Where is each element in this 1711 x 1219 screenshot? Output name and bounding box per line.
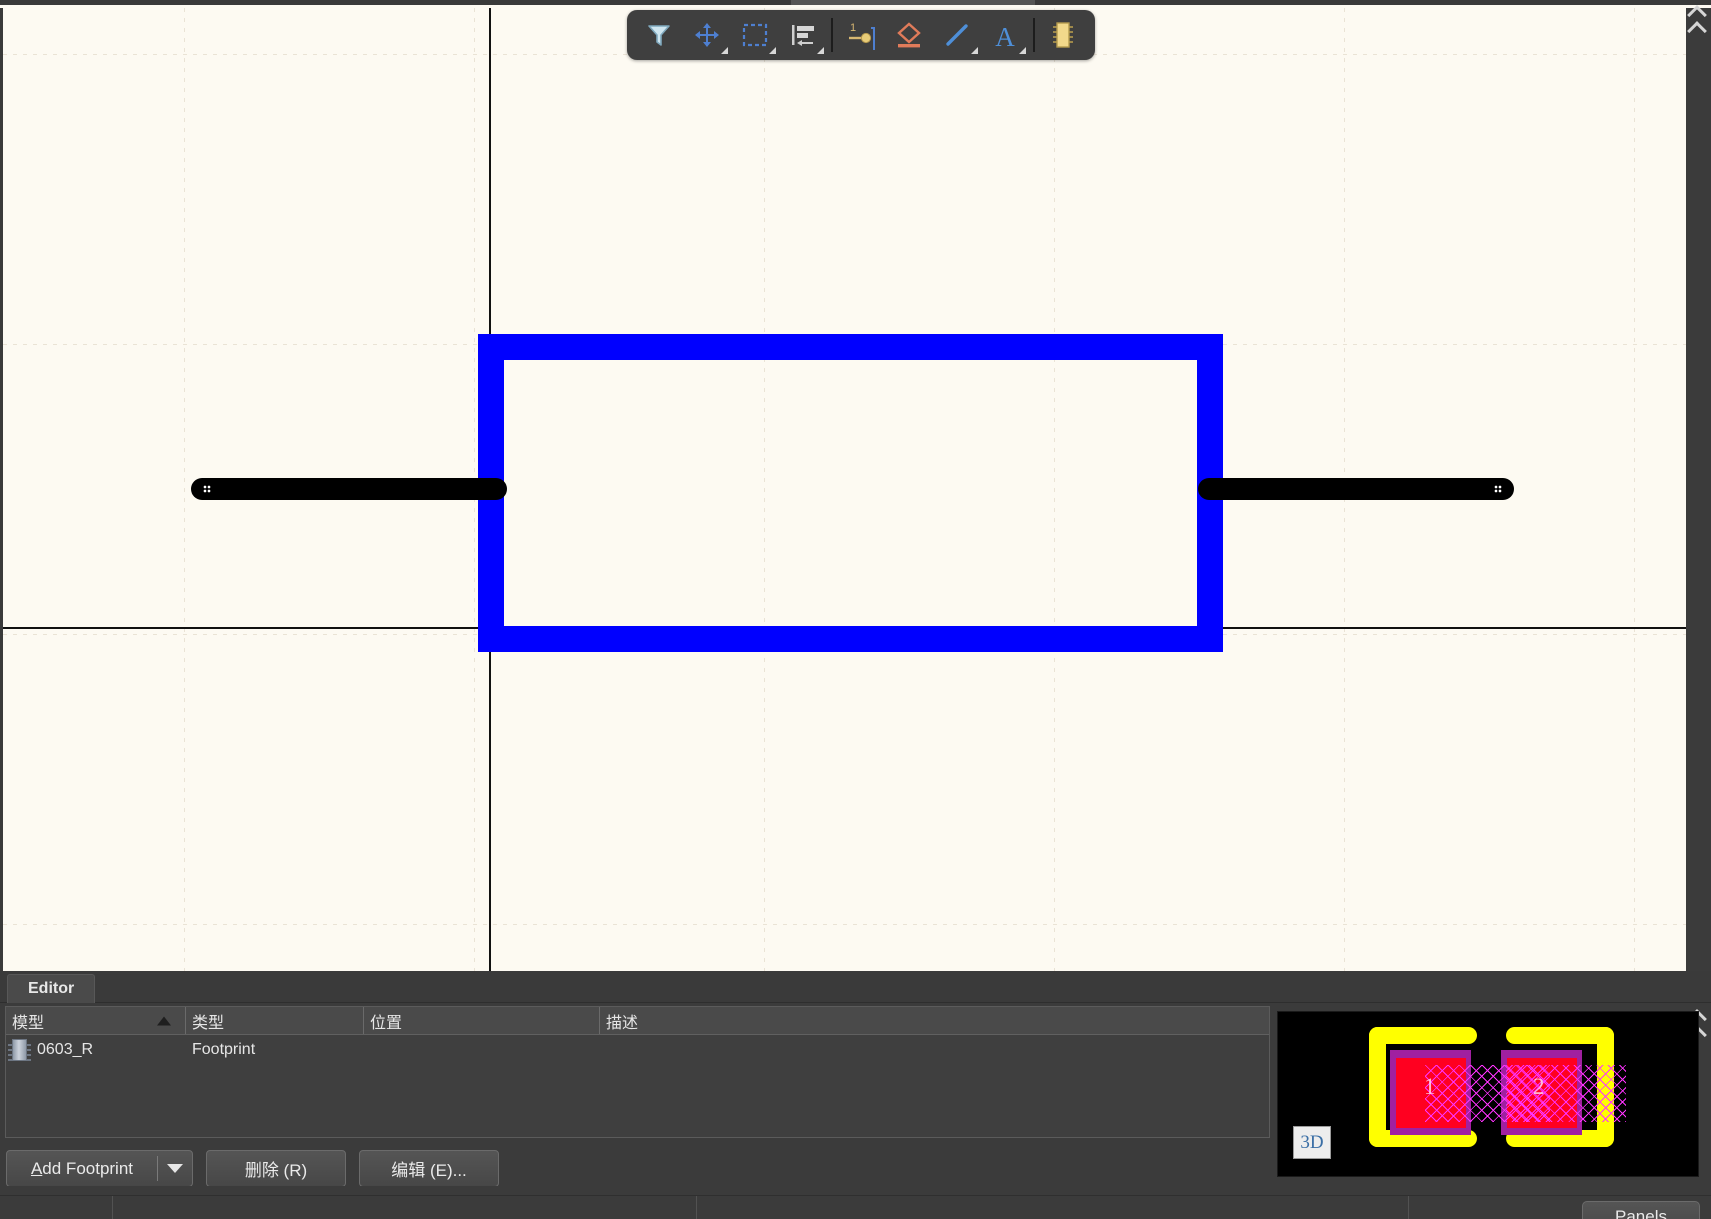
sort-ascending-icon[interactable] [157,1016,171,1025]
dropdown-corner-marker[interactable] [721,47,728,54]
place-text-icon: A [995,22,1015,49]
panels-button-label: Panels [1615,1207,1667,1219]
symbol-body-outline[interactable] [478,334,1223,652]
dropdown-corner-marker[interactable] [971,47,978,54]
align-left-icon-button[interactable] [779,13,827,57]
pin-1-handle[interactable] [203,485,211,493]
pin-1[interactable] [191,478,507,500]
footprint-chip-icon [8,1039,31,1061]
cell-model-label: 0603_R [37,1041,94,1058]
align-left-icon [792,25,814,46]
tab-editor[interactable]: Editor [7,974,96,1003]
grid-line [184,8,185,971]
edit-button-label: 编辑 (E)... [391,1161,467,1180]
column-header-description[interactable]: 描述 [600,1007,1265,1034]
svg-text:1: 1 [850,22,856,34]
move-arrows-icon-button[interactable] [683,13,731,57]
add-footprint-accel: A [30,1158,43,1178]
application-window: 1 A Editor 模型 类型 位置 描述 0603_R Footprint … [0,0,1711,1219]
add-footprint-label: Add Footprint [7,1151,157,1186]
funnel-icon [648,25,670,46]
pin-2-handle[interactable] [1494,485,1502,493]
status-cell-1 [0,1196,113,1219]
place-text-icon-button[interactable]: A [981,13,1029,57]
canvas-surface[interactable] [3,8,1686,971]
pin-2[interactable] [1198,478,1514,500]
place-pin-icon: 1 [849,22,875,50]
place-line-icon [946,24,968,46]
toolbar-separator [1033,18,1035,52]
model-list-panel[interactable]: 模型 类型 位置 描述 0603_R Footprint [5,1006,1270,1138]
edit-button[interactable]: 编辑 (E)... [359,1150,499,1187]
status-cell-3 [697,1196,1409,1219]
collapse-up-icon-top[interactable] [1686,5,1708,41]
tab-editor-label: Editor [28,980,75,997]
silkscreen-line [1369,1027,1386,1147]
chevron-down-icon [167,1164,183,1173]
grid-line [1634,8,1635,971]
footprint-edit-toolbar[interactable]: 1 A [627,10,1095,60]
horizontal-scrollbar[interactable] [0,1186,1711,1195]
place-polygon-icon [897,22,921,48]
ic-chip-icon [1053,22,1073,48]
column-label: 类型 [192,1014,225,1032]
place-line-icon-button[interactable] [933,13,981,57]
footprint-preview[interactable]: 1 2 3D [1277,1011,1699,1177]
dock-tabstrip: Editor [0,971,1711,1003]
dropdown-corner-marker[interactable] [817,47,824,54]
column-header-location[interactable]: 位置 [364,1007,600,1034]
column-label: 位置 [370,1014,403,1032]
bottom-dock: Editor 模型 类型 位置 描述 0603_R Footprint 1 2 … [0,971,1711,1219]
panels-button[interactable]: Panels [1582,1201,1700,1219]
cell-type-label: Footprint [192,1041,256,1058]
place-pin-icon-button[interactable]: 1 [837,13,885,57]
column-header-type[interactable]: 类型 [186,1007,364,1034]
place-polygon-icon-button[interactable] [885,13,933,57]
toolbar-separator [831,18,833,52]
model-list-body: 0603_R Footprint [6,1035,1269,1065]
column-header-model[interactable]: 模型 [6,1007,186,1034]
delete-button[interactable]: 删除 (R) [206,1150,346,1187]
dropdown-corner-marker[interactable] [1019,47,1026,54]
funnel-icon-button[interactable] [635,13,683,57]
move-arrows-icon [695,23,719,47]
schematic-symbol-canvas[interactable] [0,8,1686,971]
add-footprint-dropdown[interactable] [158,1151,192,1186]
paste-hatch-right [1506,1065,1626,1122]
ic-chip-icon-button[interactable] [1039,13,1087,57]
cell-model: 0603_R [6,1039,186,1061]
column-label: 模型 [12,1014,45,1032]
cell-type: Footprint [186,1041,364,1059]
svg-text:A: A [995,22,1015,49]
top-chrome-strip [0,0,1711,8]
table-row[interactable]: 0603_R Footprint [6,1035,1269,1065]
dropdown-corner-marker[interactable] [769,47,776,54]
column-label: 描述 [606,1014,639,1032]
chevron-up-icon [1687,21,1707,41]
footprint-actions: Add Footprint 删除 (R) 编辑 (E)... [6,1150,499,1187]
toggle-3d-button[interactable]: 3D [1293,1126,1331,1159]
model-list-header: 模型 类型 位置 描述 [6,1007,1269,1035]
status-cell-2 [113,1196,697,1219]
pad-2-number: 2 [1533,1074,1545,1099]
dashed-rect-icon [742,23,768,47]
status-bar [0,1195,1711,1219]
grid-line [3,924,1686,925]
pad-1-number: 1 [1424,1074,1436,1099]
add-footprint-button[interactable]: Add Footprint [6,1150,193,1187]
delete-button-label: 删除 (R) [244,1161,308,1180]
dashed-rect-icon-button[interactable] [731,13,779,57]
add-footprint-rest: dd Footprint [42,1158,134,1178]
